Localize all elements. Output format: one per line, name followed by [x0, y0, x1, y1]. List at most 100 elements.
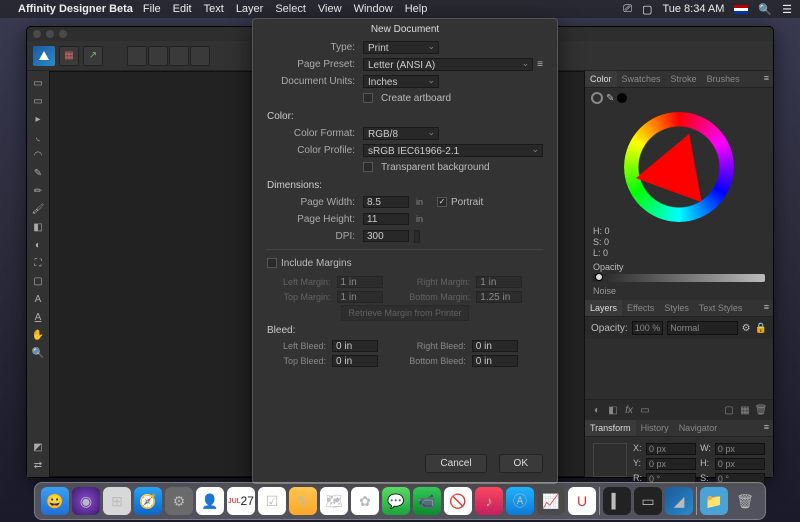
- page-height-input[interactable]: [363, 213, 409, 225]
- persona-designer-icon[interactable]: [33, 46, 55, 66]
- spotlight-icon[interactable]: 🔍: [758, 3, 772, 16]
- top-bleed-input[interactable]: [332, 355, 378, 367]
- layers-list[interactable]: [585, 339, 773, 399]
- color-ring-icon[interactable]: [591, 92, 603, 104]
- menubar-clock[interactable]: Tue 8:34 AM: [662, 3, 724, 15]
- retrieve-margin-button[interactable]: Retrieve Margin from Printer: [341, 305, 468, 321]
- y-input[interactable]: 0 px: [646, 458, 696, 470]
- tab-navigator[interactable]: Navigator: [674, 420, 723, 436]
- fx-icon[interactable]: fx: [621, 403, 637, 417]
- menu-layer[interactable]: Layer: [236, 3, 264, 15]
- opacity-slider[interactable]: [593, 274, 765, 282]
- toolbar-button[interactable]: [169, 46, 189, 66]
- tab-history[interactable]: History: [636, 420, 674, 436]
- dock-affinity-designer-icon[interactable]: ◢: [665, 487, 693, 515]
- arrow-tool-icon[interactable]: ▸: [30, 111, 46, 127]
- panel-menu-icon[interactable]: ≡: [760, 420, 773, 436]
- color-format-dropdown[interactable]: RGB/8: [363, 127, 439, 140]
- brush-tool-icon[interactable]: 🖌: [30, 201, 46, 217]
- preset-menu-icon[interactable]: ≡: [537, 59, 543, 70]
- transparent-bg-checkbox[interactable]: [363, 162, 373, 172]
- menubar-menu-icon[interactable]: ☰: [782, 3, 792, 16]
- menu-view[interactable]: View: [318, 3, 342, 15]
- dock-safari-icon[interactable]: 🧭: [134, 487, 162, 515]
- swap-colors-icon[interactable]: ⇄: [30, 457, 46, 473]
- dock-reminders-icon[interactable]: ☑: [258, 487, 286, 515]
- menu-edit[interactable]: Edit: [173, 3, 192, 15]
- panel-menu-icon[interactable]: ≡: [760, 300, 773, 316]
- document-units-dropdown[interactable]: Inches: [363, 75, 439, 88]
- dock-siri-icon[interactable]: ◉: [72, 487, 100, 515]
- tab-brushes[interactable]: Brushes: [702, 71, 745, 87]
- right-bleed-input[interactable]: [472, 340, 518, 352]
- transparency-tool-icon[interactable]: ◐: [30, 237, 46, 253]
- dock-notes-icon[interactable]: ✎: [289, 487, 317, 515]
- menu-select[interactable]: Select: [275, 3, 306, 15]
- frame-text-tool-icon[interactable]: A: [30, 309, 46, 325]
- zoom-tool-icon[interactable]: 🔍: [30, 345, 46, 361]
- include-margins-checkbox[interactable]: [267, 258, 277, 268]
- window-close-button[interactable]: [33, 30, 41, 38]
- move-tool-icon[interactable]: ▭: [30, 75, 46, 91]
- left-margin-input[interactable]: [337, 276, 383, 288]
- persona-pixel-icon[interactable]: ▦: [59, 46, 79, 66]
- toolbar-button[interactable]: [127, 46, 147, 66]
- dock-contacts-icon[interactable]: 👤: [196, 487, 224, 515]
- airplay-icon[interactable]: ▢: [642, 3, 652, 16]
- delete-layer-icon[interactable]: 🗑: [753, 403, 769, 417]
- tab-text-styles[interactable]: Text Styles: [694, 300, 748, 316]
- dock-app-icon[interactable]: ▭: [634, 487, 662, 515]
- corner-tool-icon[interactable]: ◠: [30, 147, 46, 163]
- panel-menu-icon[interactable]: ≡: [760, 71, 773, 87]
- color-wheel[interactable]: [624, 112, 734, 222]
- dock-launchpad-icon[interactable]: ⊞: [103, 487, 131, 515]
- top-margin-input[interactable]: [337, 291, 383, 303]
- h-input[interactable]: 0 px: [715, 458, 765, 470]
- toolbar-button[interactable]: [148, 46, 168, 66]
- shape-tool-icon[interactable]: ▢: [30, 273, 46, 289]
- app-name[interactable]: Affinity Designer Beta: [18, 3, 133, 15]
- dock-settings-icon[interactable]: ⚙: [165, 487, 193, 515]
- menu-help[interactable]: Help: [405, 3, 428, 15]
- tab-stroke[interactable]: Stroke: [666, 71, 702, 87]
- persona-export-icon[interactable]: ↗: [83, 46, 103, 66]
- dock-terminal-icon[interactable]: ▍: [603, 487, 631, 515]
- dock-trash-icon[interactable]: 🗑: [731, 487, 759, 515]
- page-width-input[interactable]: [363, 196, 409, 208]
- hand-tool-icon[interactable]: ✋: [30, 327, 46, 343]
- color-profile-dropdown[interactable]: sRGB IEC61966-2.1: [363, 144, 543, 157]
- color-current-swatch[interactable]: [617, 93, 627, 103]
- page-preset-dropdown[interactable]: Letter (ANSI A): [363, 58, 533, 71]
- crop-tool-icon[interactable]: ⛶: [30, 255, 46, 271]
- menu-window[interactable]: Window: [354, 3, 393, 15]
- pencil-tool-icon[interactable]: ✏: [30, 183, 46, 199]
- bottom-bleed-input[interactable]: [472, 355, 518, 367]
- dock-finder-icon[interactable]: 😀: [41, 487, 69, 515]
- menu-file[interactable]: File: [143, 3, 161, 15]
- adjustment-icon[interactable]: ◧: [605, 403, 621, 417]
- dock-downloads-icon[interactable]: 📁: [700, 487, 728, 515]
- anchor-selector[interactable]: [593, 443, 627, 477]
- left-bleed-input[interactable]: [332, 340, 378, 352]
- gear-icon[interactable]: ⚙: [742, 323, 751, 334]
- tab-effects[interactable]: Effects: [622, 300, 659, 316]
- dock-stocks-icon[interactable]: 📈: [537, 487, 565, 515]
- dpi-stepper[interactable]: [414, 230, 420, 243]
- fill-tool-icon[interactable]: ◧: [30, 219, 46, 235]
- color-eyedropper-icon[interactable]: ✎: [606, 93, 614, 104]
- add-pixel-layer-icon[interactable]: ▦: [737, 403, 753, 417]
- toolbar-button[interactable]: [190, 46, 210, 66]
- group-icon[interactable]: ▭: [637, 403, 653, 417]
- screencast-icon[interactable]: ⎚: [623, 3, 632, 16]
- blend-mode-select[interactable]: Normal: [667, 321, 737, 335]
- dock-music-icon[interactable]: ♪: [475, 487, 503, 515]
- add-layer-icon[interactable]: ▢: [721, 403, 737, 417]
- w-input[interactable]: 0 px: [715, 443, 765, 455]
- input-source-flag-icon[interactable]: [734, 5, 748, 14]
- layer-opacity-value[interactable]: 100 %: [632, 321, 664, 335]
- mask-icon[interactable]: ◐: [589, 403, 605, 417]
- dock-facetime-icon[interactable]: 📹: [413, 487, 441, 515]
- dpi-input[interactable]: [363, 230, 409, 242]
- ok-button[interactable]: OK: [499, 454, 543, 473]
- dock-appstore-icon[interactable]: Ⓐ: [506, 487, 534, 515]
